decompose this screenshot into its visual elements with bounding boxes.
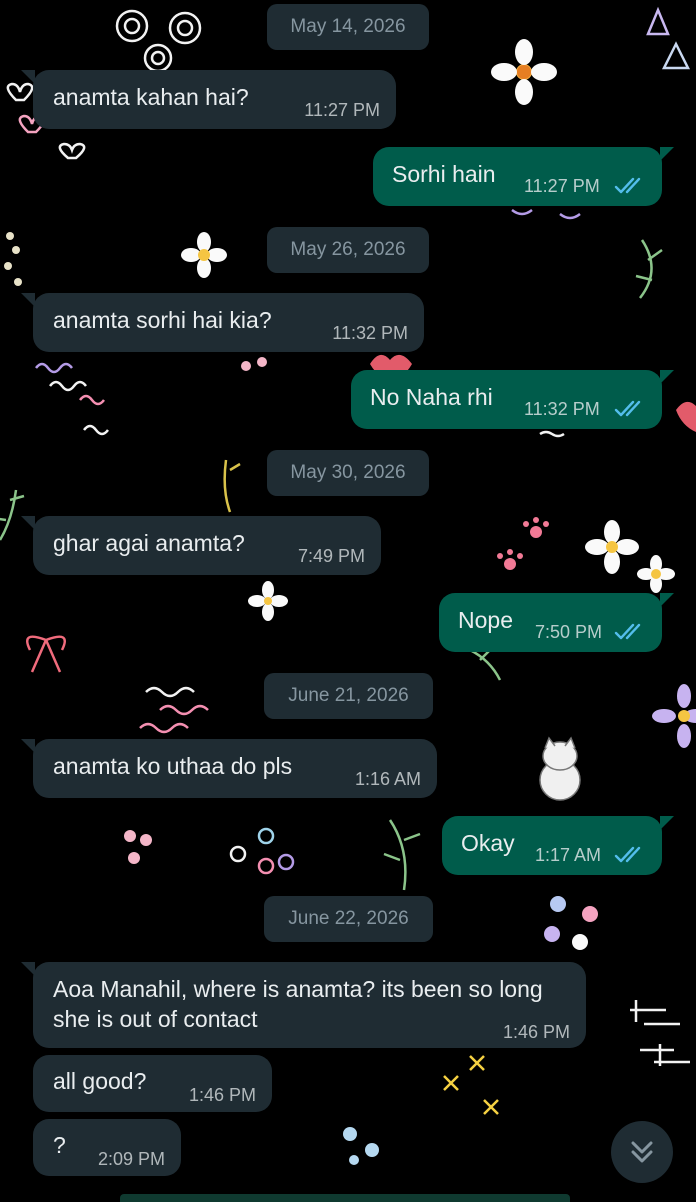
date-chip: May 26, 2026	[267, 227, 429, 273]
message-text: Nope	[458, 607, 513, 633]
bubble-tail-icon	[21, 70, 35, 84]
message-bubble-incoming[interactable]: ghar agai anamta? 7:49 PM	[21, 516, 381, 575]
message-time: 7:49 PM	[297, 546, 365, 566]
message-time: 11:27 PM	[524, 176, 600, 196]
bubble-tail-icon	[660, 816, 674, 830]
next-message-peek	[120, 1194, 570, 1202]
message-bubble-incoming[interactable]: anamta kahan hai? 11:27 PM	[21, 70, 396, 129]
message-time: 11:27 PM	[304, 100, 380, 120]
message-time: 1:17 AM	[535, 845, 602, 865]
message-text: anamta kahan hai?	[53, 84, 249, 110]
message-bubble-incoming[interactable]: anamta ko uthaa do pls 1:16 AM	[21, 739, 437, 798]
message-bubble-outgoing[interactable]: Nope 7:50 PM	[439, 593, 674, 652]
message-bubble-incoming[interactable]: ? 2:09 PM	[33, 1119, 181, 1176]
date-chip: May 14, 2026	[267, 4, 429, 50]
message-bubble-outgoing[interactable]: No Naha rhi 11:32 PM	[351, 370, 674, 429]
message-text: all good?	[53, 1068, 147, 1094]
bubble-tail-icon	[21, 962, 35, 976]
message-time: 1:16 AM	[354, 769, 421, 789]
message-text: anamta sorhi hai kia?	[53, 307, 272, 333]
message-text: Okay	[461, 830, 515, 856]
message-bubble-incoming[interactable]: all good? 1:46 PM	[33, 1055, 272, 1112]
message-text: ?	[53, 1132, 66, 1158]
message-time: 1:46 PM	[188, 1085, 256, 1105]
message-text: Aoa Manahil, where is anamta? its been s…	[53, 976, 543, 1032]
message-time: 2:09 PM	[97, 1149, 165, 1169]
date-chip: June 22, 2026	[264, 896, 433, 942]
read-ticks-icon	[614, 400, 641, 417]
message-text: No Naha rhi	[370, 384, 493, 410]
message-text: ghar agai anamta?	[53, 530, 245, 556]
bubble-tail-icon	[21, 739, 35, 753]
message-time: 7:50 PM	[535, 622, 603, 642]
message-time: 11:32 PM	[524, 399, 600, 419]
bubble-tail-icon	[21, 516, 35, 530]
scroll-to-bottom-button[interactable]	[611, 1121, 673, 1183]
read-ticks-icon	[614, 623, 641, 640]
message-text: Sorhi hain	[392, 161, 496, 187]
message-bubble-outgoing[interactable]: Sorhi hain 11:27 PM	[373, 147, 674, 206]
message-time: 11:32 PM	[332, 323, 408, 343]
read-ticks-icon	[614, 177, 641, 194]
message-bubble-incoming[interactable]: anamta sorhi hai kia? 11:32 PM	[21, 293, 424, 352]
date-chip: June 21, 2026	[264, 673, 433, 719]
bubble-tail-icon	[660, 593, 674, 607]
bubble-tail-icon	[660, 147, 674, 161]
bubble-tail-icon	[21, 293, 35, 307]
double-chevron-down-icon	[631, 1141, 653, 1163]
bubble-tail-icon	[660, 370, 674, 384]
message-bubble-outgoing[interactable]: Okay 1:17 AM	[442, 816, 674, 875]
message-time: 1:46 PM	[502, 1022, 570, 1042]
message-text: anamta ko uthaa do pls	[53, 753, 293, 779]
message-bubble-incoming[interactable]: Aoa Manahil, where is anamta? its been s…	[21, 962, 586, 1048]
read-ticks-icon	[614, 846, 641, 863]
date-chip: May 30, 2026	[267, 450, 429, 496]
